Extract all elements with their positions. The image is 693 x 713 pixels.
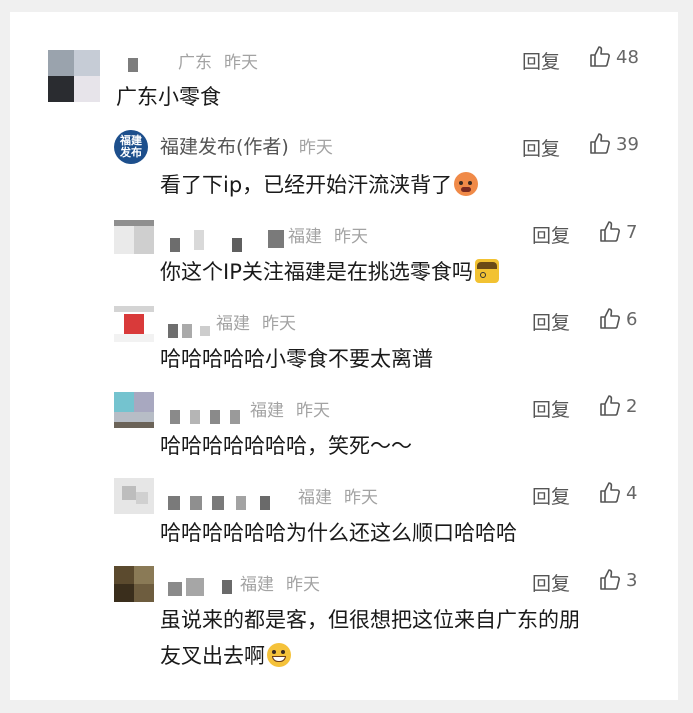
comment-text-line2: 友叉出去啊 <box>160 639 291 673</box>
comment-text-content: 你这个IP关注福建是在挑选零食吗 <box>160 260 473 284</box>
author-name[interactable]: 福建发布(作者) <box>160 136 289 158</box>
comment-meta: 福建 昨天 <box>216 309 296 334</box>
comment-time: 昨天 <box>286 575 320 595</box>
avatar[interactable] <box>48 50 100 102</box>
comment-time: 昨天 <box>262 314 296 334</box>
reply-button[interactable]: 回复 <box>522 134 560 161</box>
username-blurred[interactable] <box>128 58 138 72</box>
thumbs-up-icon <box>600 482 620 503</box>
thumbs-up-icon <box>600 308 620 329</box>
like-count: 6 <box>626 308 638 330</box>
comment-location: 福建 <box>216 314 250 334</box>
comment-text-content: 看了下ip，已经开始汗流浃背了 <box>160 173 453 197</box>
username-blurred[interactable] <box>170 410 180 424</box>
comment-time: 昨天 <box>344 488 378 508</box>
thumbs-up-icon <box>600 221 620 242</box>
username-blurred-part <box>186 578 204 596</box>
comment-text: 哈哈哈哈哈哈为什么还这么顺口哈哈哈 <box>160 521 517 545</box>
like-count: 3 <box>626 569 638 591</box>
detective-emoji <box>474 259 499 283</box>
username-blurred-part <box>232 238 242 252</box>
username-blurred[interactable] <box>170 238 180 252</box>
username-blurred-part <box>268 230 284 248</box>
author-avatar[interactable]: 福建 发布 <box>114 130 148 164</box>
comment-location: 福建 <box>288 227 322 247</box>
reply-button[interactable]: 回复 <box>522 47 560 74</box>
grinning-sweat-emoji <box>267 643 291 667</box>
comment-list: 广东 昨天 回复 48 广东小零食 福建 发布 福建发布(作者) 昨天 回复 39 看… <box>10 12 678 700</box>
comment-location: 福建 <box>298 488 332 508</box>
avatar[interactable] <box>114 392 154 428</box>
username-blurred[interactable] <box>168 496 180 510</box>
username-blurred-part <box>260 496 270 510</box>
comment-text: 看了下ip，已经开始汗流浃背了 <box>160 168 479 202</box>
comment-text: 你这个IP关注福建是在挑选零食吗 <box>160 255 499 289</box>
thumbs-up-icon <box>590 133 610 154</box>
comment-location: 广东 <box>178 53 212 73</box>
thumbs-up-icon <box>590 46 610 67</box>
reply-button[interactable]: 回复 <box>532 482 570 509</box>
username-blurred-part <box>182 324 192 338</box>
comment-time: 昨天 <box>296 401 330 421</box>
like-button[interactable]: 7 <box>598 220 637 244</box>
comment-meta: 福建 昨天 <box>298 483 378 508</box>
thumbs-up-icon <box>600 395 620 416</box>
reply-button[interactable]: 回复 <box>532 221 570 248</box>
like-button[interactable]: 4 <box>598 481 637 505</box>
like-count: 7 <box>626 221 638 243</box>
username-blurred-part <box>200 326 210 336</box>
like-button[interactable]: 3 <box>598 568 637 592</box>
reply-button[interactable]: 回复 <box>532 569 570 596</box>
avatar[interactable] <box>114 306 154 342</box>
fujian-release-logo: 福建 发布 <box>114 130 148 164</box>
reply-button[interactable]: 回复 <box>532 395 570 422</box>
comment-time: 昨天 <box>298 138 333 158</box>
username-blurred-part <box>230 410 240 424</box>
comment-text: 哈哈哈哈哈哈哈，笑死～～ <box>160 434 412 458</box>
comment-meta: 福建 昨天 <box>250 396 330 421</box>
avatar[interactable] <box>114 478 154 514</box>
like-count: 39 <box>616 133 639 155</box>
comment-text: 虽说来的都是客，但很想把这位来自广东的朋 <box>160 608 580 632</box>
username-blurred-part <box>194 230 204 250</box>
reply-button[interactable]: 回复 <box>532 308 570 335</box>
username-blurred-part <box>212 496 224 510</box>
like-button[interactable]: 6 <box>598 307 637 331</box>
username-blurred-part <box>210 410 220 424</box>
username-blurred-part <box>222 580 232 594</box>
avatar[interactable] <box>114 220 154 254</box>
username-blurred[interactable] <box>168 324 178 338</box>
username-blurred-part <box>190 410 200 424</box>
thumbs-up-icon <box>600 569 620 590</box>
comment-time: 昨天 <box>334 227 368 247</box>
comment-meta: 福建 昨天 <box>240 570 320 595</box>
comment-time: 昨天 <box>224 53 258 73</box>
comment-text: 广东小零食 <box>116 85 221 109</box>
avatar[interactable] <box>114 566 154 602</box>
comment-location: 福建 <box>240 575 274 595</box>
like-button[interactable]: 2 <box>598 394 637 418</box>
comment-location: 福建 <box>250 401 284 421</box>
comment-text: 哈哈哈哈哈小零食不要太离谱 <box>160 347 433 371</box>
comment-meta: 福建 昨天 <box>288 222 368 247</box>
comment-text-content: 友叉出去啊 <box>160 644 265 668</box>
like-count: 4 <box>626 482 638 504</box>
sweating-face-emoji <box>454 172 479 196</box>
like-button[interactable]: 48 <box>588 45 639 69</box>
username-blurred[interactable] <box>168 582 182 596</box>
like-count: 48 <box>616 46 639 68</box>
comment-meta: 广东 昨天 <box>178 48 258 73</box>
like-button[interactable]: 39 <box>588 132 639 156</box>
username-blurred-part <box>190 496 202 510</box>
comment-meta: 福建发布(作者) 昨天 <box>160 132 333 159</box>
like-count: 2 <box>626 395 638 417</box>
username-blurred-part <box>236 496 246 510</box>
